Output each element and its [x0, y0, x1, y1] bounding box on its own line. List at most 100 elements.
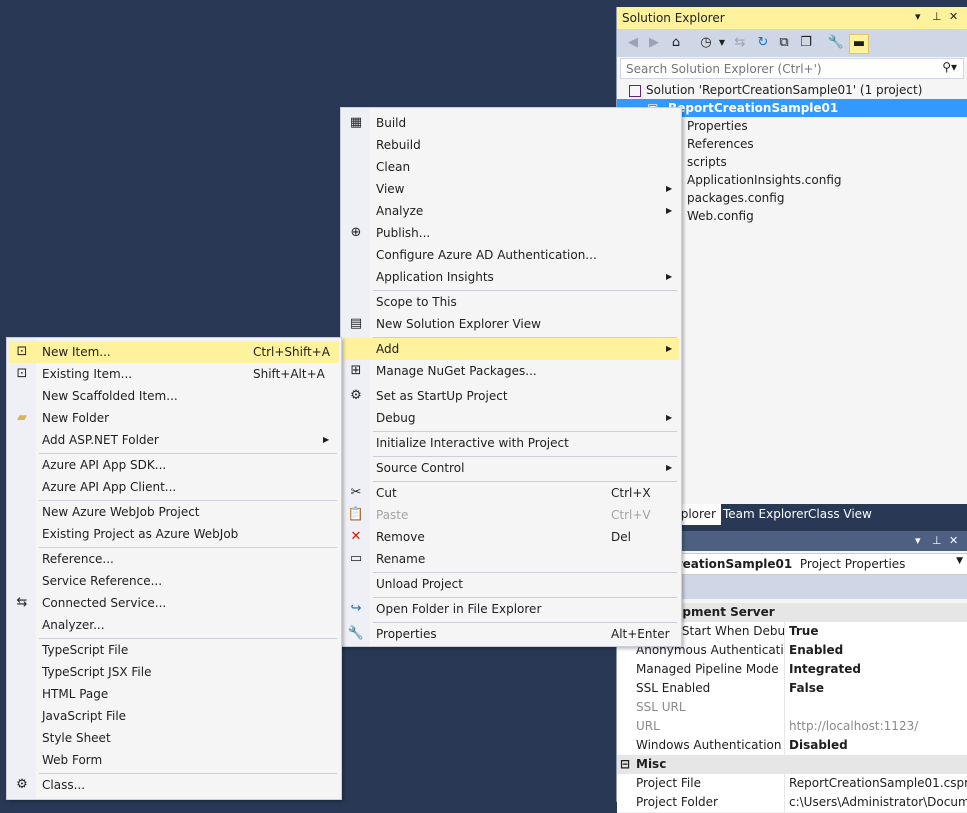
existing-item-icon: ⊡ — [16, 366, 28, 381]
menu-new-scaffolded-item[interactable]: New Scaffolded Item... — [9, 385, 339, 407]
menu-analyzer[interactable]: Analyzer... — [9, 614, 339, 636]
menu-class[interactable]: ⚙ Class... — [9, 774, 339, 796]
tab-class-view[interactable]: Class View — [803, 504, 877, 525]
history-dropdown-icon[interactable]: ▼ — [713, 34, 731, 52]
menu-typescript-jsx-file[interactable]: TypeScript JSX File — [9, 661, 339, 683]
property-row[interactable]: Project Folder c:\Users\Administrator\Doc… — [617, 793, 967, 813]
show-all-files-icon[interactable]: ❐ — [797, 34, 815, 52]
property-row[interactable]: SSL Enabled False — [617, 679, 967, 699]
menu-rebuild[interactable]: Rebuild — [343, 134, 679, 156]
dropdown-arrow-icon[interactable]: ▾ — [915, 534, 921, 547]
menu-paste[interactable]: 📋 Paste Ctrl+V — [343, 504, 679, 526]
tree-node-references[interactable]: References — [687, 135, 754, 153]
scissors-icon: ✂ — [350, 485, 362, 500]
menu-unload-project[interactable]: Unload Project — [343, 573, 679, 595]
submenu-arrow-icon: ▶ — [666, 344, 673, 353]
home-icon[interactable]: ⌂ — [667, 34, 685, 52]
menu-configure-azure-ad[interactable]: Configure Azure AD Authentication... — [343, 244, 679, 266]
menu-build[interactable]: ▦ Build — [343, 112, 679, 134]
submenu-arrow-icon: ▶ — [666, 184, 673, 193]
solution-explorer-search[interactable]: ⚲▾ — [620, 58, 964, 79]
rename-icon: ▭ — [349, 551, 363, 566]
tree-node-solution[interactable]: Solution 'ReportCreationSample01' (1 pro… — [629, 81, 922, 99]
pin-icon[interactable]: ⊥ — [932, 534, 942, 547]
collapse-icon[interactable]: ⊟ — [620, 755, 630, 773]
build-icon: ▦ — [349, 115, 363, 130]
menu-style-sheet[interactable]: Style Sheet — [9, 727, 339, 749]
menu-javascript-file[interactable]: JavaScript File — [9, 705, 339, 727]
menu-web-form[interactable]: Web Form — [9, 749, 339, 771]
tree-node-packages-config[interactable]: packages.config — [687, 189, 784, 207]
class-icon: ⚙ — [16, 777, 28, 792]
menu-add-aspnet-folder[interactable]: Add ASP.NET Folder ▶ — [9, 429, 339, 451]
menu-existing-project-webjob[interactable]: Existing Project as Azure WebJob — [9, 523, 339, 545]
menu-reference[interactable]: Reference... — [9, 548, 339, 570]
project-context-menu: ▦ Build Rebuild Clean View ▶ Analyze ▶ ⊕ Pub… — [340, 107, 682, 647]
menu-existing-item[interactable]: ⊡ Existing Item... Shift+Alt+A — [9, 363, 339, 385]
menu-add[interactable]: Add ▶ — [343, 338, 679, 360]
search-input[interactable] — [624, 60, 938, 77]
close-icon[interactable]: ✕ — [949, 10, 958, 23]
menu-publish[interactable]: ⊕ Publish... — [343, 222, 679, 244]
menu-source-control[interactable]: Source Control ▶ — [343, 457, 679, 479]
search-icon[interactable]: ⚲▾ — [942, 60, 957, 74]
tree-node-properties[interactable]: Properties — [687, 117, 748, 135]
submenu-arrow-icon: ▶ — [666, 272, 673, 281]
forward-icon[interactable]: ▶ — [645, 34, 663, 52]
dropdown-arrow-icon[interactable]: ▾ — [915, 10, 921, 23]
menu-html-page[interactable]: HTML Page — [9, 683, 339, 705]
solution-icon — [629, 84, 641, 97]
property-row[interactable]: SSL URL — [617, 698, 967, 718]
menu-remove[interactable]: ✕ Remove Del — [343, 526, 679, 548]
menu-new-azure-webjob[interactable]: New Azure WebJob Project — [9, 501, 339, 523]
menu-azure-api-app-sdk[interactable]: Azure API App SDK... — [9, 454, 339, 476]
sync-icon[interactable]: ⇆ — [731, 34, 749, 52]
wrench-icon: 🔧 — [347, 626, 365, 641]
menu-view[interactable]: View ▶ — [343, 178, 679, 200]
open-folder-arrow-icon: ↪ — [350, 601, 362, 616]
property-category[interactable]: ⊟ Misc — [617, 755, 967, 775]
menu-typescript-file[interactable]: TypeScript File — [9, 639, 339, 661]
menu-properties[interactable]: 🔧 Properties Alt+Enter — [343, 623, 679, 645]
tree-node-web-config[interactable]: Web.config — [687, 207, 754, 225]
menu-azure-api-app-client[interactable]: Azure API App Client... — [9, 476, 339, 498]
property-row[interactable]: URL http://localhost:1123/ — [617, 717, 967, 737]
properties-wrench-icon[interactable]: 🔧 — [827, 34, 845, 52]
menu-initialize-interactive[interactable]: Initialize Interactive with Project — [343, 432, 679, 454]
menu-application-insights[interactable]: Application Insights ▶ — [343, 266, 679, 288]
menu-new-solution-explorer-view[interactable]: ▤ New Solution Explorer View — [343, 313, 679, 335]
menu-new-item[interactable]: ⊡ New Item... Ctrl+Shift+A — [9, 341, 339, 363]
menu-rename[interactable]: ▭ Rename — [343, 548, 679, 570]
globe-icon: ⊕ — [350, 225, 362, 240]
property-row[interactable]: Project File ReportCreationSample01.cspro… — [617, 774, 967, 794]
chevron-down-icon[interactable]: ▼ — [956, 556, 963, 566]
menu-open-folder[interactable]: ↪ Open Folder in File Explorer — [343, 598, 679, 620]
back-icon[interactable]: ◀ — [624, 34, 642, 52]
menu-analyze[interactable]: Analyze ▶ — [343, 200, 679, 222]
menu-clean[interactable]: Clean — [343, 156, 679, 178]
property-row[interactable]: Windows Authentication Disabled — [617, 736, 967, 756]
refresh-icon[interactable]: ↻ — [754, 34, 772, 52]
tree-node-scripts[interactable]: scripts — [687, 153, 727, 171]
connected-service-icon: ⇆ — [16, 595, 28, 610]
tab-team-explorer[interactable]: Team Explorer — [718, 504, 814, 525]
menu-debug[interactable]: Debug ▶ — [343, 407, 679, 429]
preview-icon[interactable]: ▬ — [849, 34, 869, 54]
menu-new-folder[interactable]: ▰ New Folder — [9, 407, 339, 429]
tree-node-appinsights-config[interactable]: ApplicationInsights.config — [687, 171, 842, 189]
menu-scope-to-this[interactable]: Scope to This — [343, 291, 679, 313]
menu-service-reference[interactable]: Service Reference... — [9, 570, 339, 592]
menu-set-startup[interactable]: ⚙ Set as StartUp Project — [343, 385, 679, 407]
solution-explorer-toolbar: ◀ ▶ ⌂ ◷ ▼ ⇆ ↻ ⧉ ❐ 🔧 ▬ — [617, 29, 967, 57]
paste-icon: 📋 — [347, 507, 365, 522]
menu-cut[interactable]: ✂ Cut Ctrl+X — [343, 482, 679, 504]
submenu-arrow-icon: ▶ — [666, 413, 673, 422]
menu-manage-nuget[interactable]: ⊞ Manage NuGet Packages... — [343, 360, 679, 382]
collapse-all-icon[interactable]: ⧉ — [775, 34, 793, 52]
property-row[interactable]: Managed Pipeline Mode Integrated — [617, 660, 967, 680]
nuget-icon: ⊞ — [350, 363, 362, 378]
close-icon[interactable]: ✕ — [949, 534, 958, 547]
pin-icon[interactable]: ⊥ — [932, 10, 942, 23]
menu-connected-service[interactable]: ⇆ Connected Service... — [9, 592, 339, 614]
add-submenu: ⊡ New Item... Ctrl+Shift+A ⊡ Existing Item.… — [6, 337, 342, 800]
